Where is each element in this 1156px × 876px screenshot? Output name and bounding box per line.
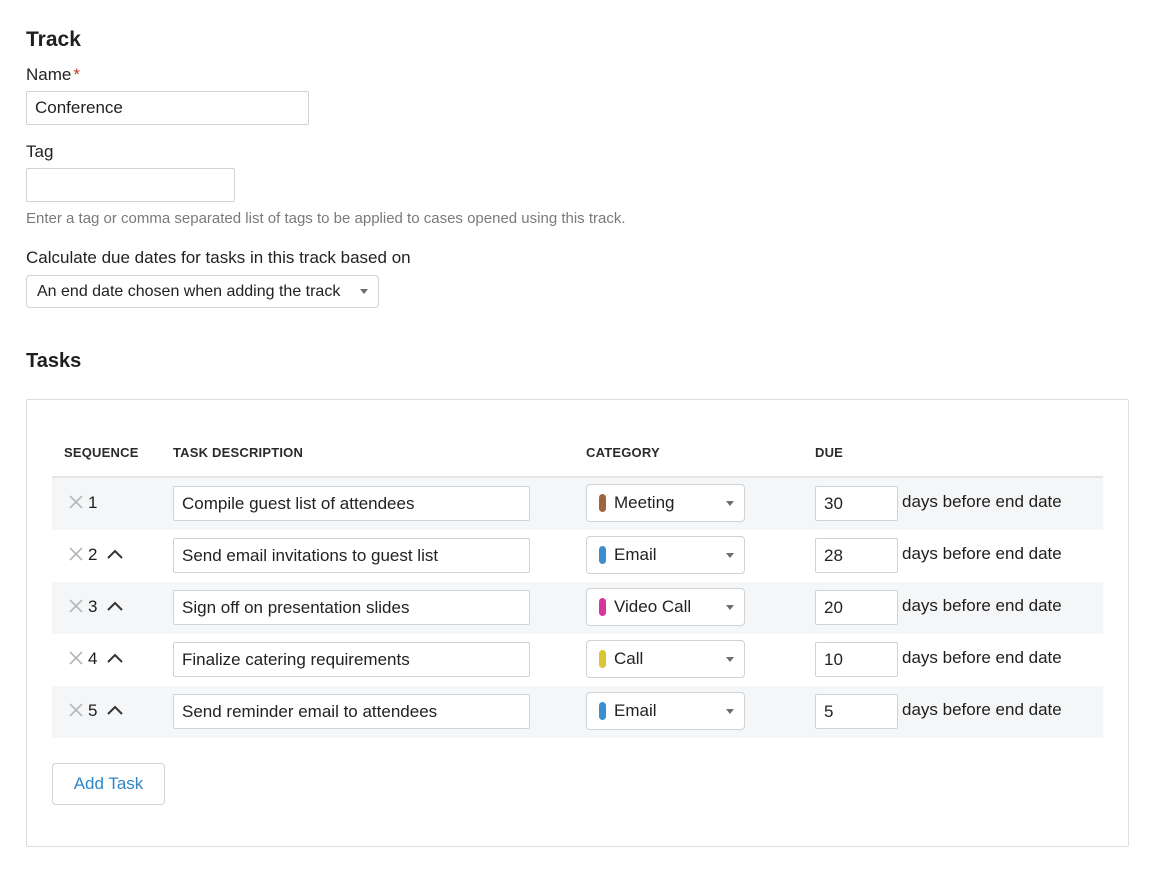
caret-down-icon (360, 289, 368, 294)
due-suffix-text: days before end date (902, 700, 1062, 719)
task-description-input[interactable] (173, 694, 530, 729)
category-value: Meeting (614, 493, 675, 512)
due-days-input[interactable] (815, 538, 898, 573)
category-value: Email (614, 701, 657, 720)
category-color-marker (599, 702, 606, 720)
category-color-marker (599, 546, 606, 564)
due-days-input[interactable] (815, 642, 898, 677)
category-select[interactable]: Video Call (586, 588, 745, 626)
category-select[interactable]: Email (586, 536, 745, 574)
task-row: 1 Meeting days before end date (52, 478, 1103, 530)
name-field-label: Name * (26, 65, 80, 85)
caret-down-icon (726, 656, 734, 662)
due-basis-selected-value: An end date chosen when adding the track (37, 282, 341, 300)
sequence-number: 3 (88, 597, 98, 616)
close-icon[interactable] (68, 598, 84, 614)
tag-help-text: Enter a tag or comma separated list of t… (26, 210, 626, 227)
task-row: 3 Video Call days before end date (52, 582, 1103, 634)
required-marker: * (73, 65, 80, 84)
sequence-number: 5 (88, 701, 98, 720)
task-description-input[interactable] (173, 642, 530, 677)
chevron-up-icon[interactable] (106, 703, 124, 717)
task-description-input[interactable] (173, 538, 530, 573)
due-suffix-text: days before end date (902, 648, 1062, 667)
caret-down-icon (726, 708, 734, 714)
due-basis-select[interactable]: An end date chosen when adding the track (26, 275, 379, 308)
tasks-section-title: Tasks (26, 350, 82, 372)
close-icon[interactable] (68, 702, 84, 718)
sequence-number: 1 (88, 493, 98, 512)
chevron-up-icon[interactable] (106, 547, 124, 561)
track-section-title: Track (26, 28, 81, 51)
due-days-input[interactable] (815, 694, 898, 729)
due-basis-label: Calculate due dates for tasks in this tr… (26, 248, 411, 267)
category-value: Video Call (614, 597, 692, 616)
category-color-marker (599, 494, 606, 512)
task-row: 4 Call days before end date (52, 634, 1103, 686)
caret-down-icon (726, 500, 734, 506)
category-value: Call (614, 649, 644, 668)
category-color-marker (599, 598, 606, 616)
task-row: 2 Email days before end date (52, 530, 1103, 582)
due-suffix-text: days before end date (902, 492, 1062, 511)
chevron-up-icon[interactable] (106, 599, 124, 613)
sequence-number: 2 (88, 545, 98, 564)
task-description-input[interactable] (173, 590, 530, 625)
category-select[interactable]: Call (586, 640, 745, 678)
chevron-up-icon[interactable] (106, 651, 124, 665)
column-header-sequence: SEQUENCE (64, 445, 139, 460)
category-select[interactable]: Meeting (586, 484, 745, 522)
sequence-number: 4 (88, 649, 98, 668)
caret-down-icon (726, 552, 734, 558)
name-input[interactable] (26, 91, 309, 125)
add-task-button[interactable]: Add Task (52, 763, 165, 805)
category-color-marker (599, 650, 606, 668)
name-label-text: Name (26, 65, 72, 84)
task-row: 5 Email days before end date (52, 686, 1103, 738)
close-icon[interactable] (68, 494, 84, 510)
caret-down-icon (726, 604, 734, 610)
due-days-input[interactable] (815, 590, 898, 625)
column-header-due: DUE (815, 445, 844, 460)
column-header-description: TASK DESCRIPTION (173, 445, 304, 460)
task-description-input[interactable] (173, 486, 530, 521)
due-days-input[interactable] (815, 486, 898, 521)
column-header-category: CATEGORY (586, 445, 660, 460)
due-suffix-text: days before end date (902, 596, 1062, 615)
category-select[interactable]: Email (586, 692, 745, 730)
category-value: Email (614, 545, 657, 564)
due-suffix-text: days before end date (902, 544, 1062, 563)
track-form-page: Track Name* Tag Enter a tag or comma sep… (0, 0, 1156, 876)
close-icon[interactable] (68, 650, 84, 666)
tag-input[interactable] (26, 168, 235, 202)
close-icon[interactable] (68, 546, 84, 562)
tag-field-label: Tag (26, 142, 54, 161)
